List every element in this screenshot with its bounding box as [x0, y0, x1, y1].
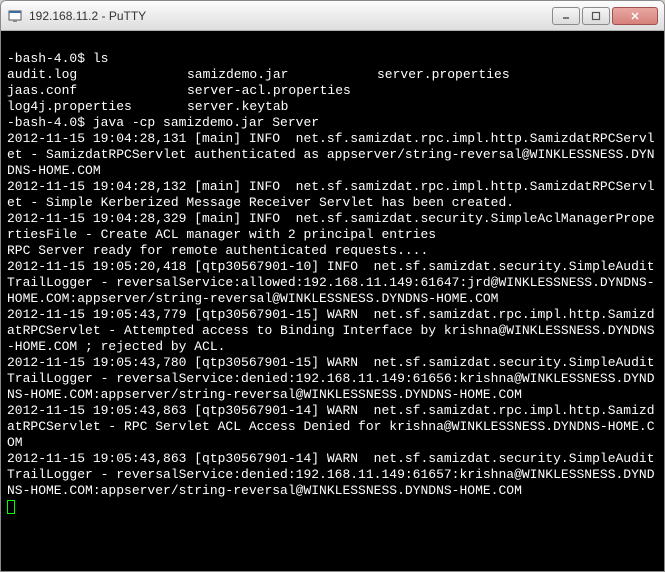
file-name: samizdemo.jar — [187, 67, 377, 83]
file-name — [377, 99, 658, 115]
file-name: server.properties — [377, 67, 658, 83]
prompt-line: -bash-4.0$ java -cp samizdemo.jar Server — [7, 115, 658, 131]
window-controls — [552, 7, 658, 25]
window-title: 192.168.11.2 - PuTTY — [29, 9, 552, 23]
terminal-output[interactable]: -bash-4.0$ lsaudit.logsamizdemo.jarserve… — [1, 31, 664, 571]
file-name: audit.log — [7, 67, 187, 83]
file-name: log4j.properties — [7, 99, 187, 115]
file-name: server.keytab — [187, 99, 377, 115]
titlebar[interactable]: 192.168.11.2 - PuTTY — [1, 1, 664, 31]
minimize-button[interactable] — [552, 7, 580, 25]
log-output: 2012-11-15 19:04:28,131 [main] INFO net.… — [7, 131, 658, 499]
maximize-button[interactable] — [582, 7, 610, 25]
file-name: jaas.conf — [7, 83, 187, 99]
file-name — [377, 83, 658, 99]
file-name: server-acl.properties — [187, 83, 377, 99]
terminal-cursor — [7, 500, 15, 514]
ls-output: audit.logsamizdemo.jarserver.properties j… — [7, 67, 658, 115]
close-button[interactable] — [612, 7, 658, 25]
putty-window: 192.168.11.2 - PuTTY -bash-4.0$ lsaudit.… — [0, 0, 665, 572]
putty-icon — [7, 8, 23, 24]
prompt-line: -bash-4.0$ ls — [7, 51, 658, 67]
